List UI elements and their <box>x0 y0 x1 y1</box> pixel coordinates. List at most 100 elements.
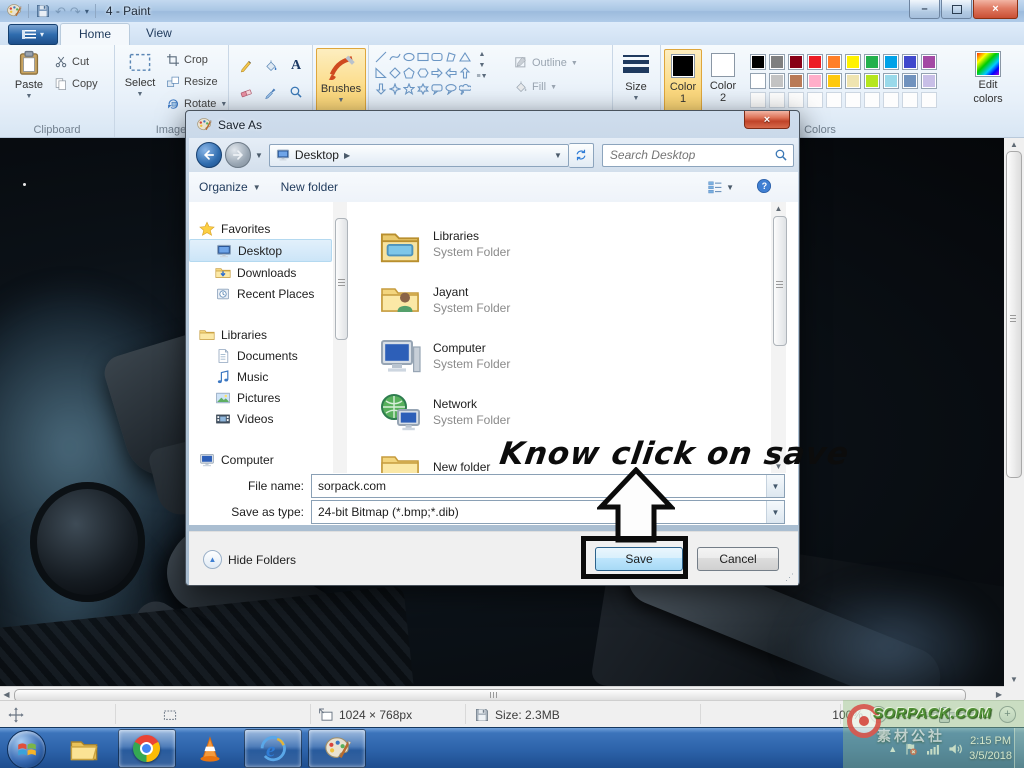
palette-swatch-empty[interactable] <box>843 90 862 109</box>
save-type-dropdown-icon[interactable]: ▼ <box>766 501 784 523</box>
palette-swatch[interactable] <box>881 71 900 90</box>
palette-swatch[interactable] <box>919 52 938 71</box>
shape-curve-icon[interactable] <box>388 49 402 65</box>
scroll-up-icon[interactable]: ▲ <box>479 51 486 58</box>
shape-rounded-callout-icon[interactable] <box>430 81 444 97</box>
zoom-out-button[interactable]: − <box>870 706 887 723</box>
qat-dropdown-icon[interactable]: ▾ <box>85 7 89 16</box>
sidebar-item-music[interactable]: Music <box>189 366 332 387</box>
taskbar-clock[interactable]: 2:15 PM 3/5/2018 <box>969 734 1012 764</box>
cancel-button[interactable]: Cancel <box>697 547 779 571</box>
undo-icon[interactable]: ↶ <box>55 5 66 18</box>
views-button[interactable]: ▼ <box>707 179 734 195</box>
zoom-slider[interactable] <box>894 712 992 717</box>
canvas-horizontal-scrollbar[interactable]: ◀ ▶ <box>0 686 1004 701</box>
file-item-jayant[interactable]: JayantSystem Folder <box>351 272 769 328</box>
shape-oval-callout-icon[interactable] <box>444 81 458 97</box>
palette-swatch[interactable] <box>767 52 786 71</box>
edit-colors-button[interactable]: Edit colors <box>960 51 1016 105</box>
shape-polygon-icon[interactable] <box>444 49 458 65</box>
palette-swatch[interactable] <box>843 71 862 90</box>
palette-swatch[interactable] <box>900 71 919 90</box>
scroll-left-icon[interactable]: ◀ <box>0 690 13 699</box>
search-box[interactable] <box>602 144 794 167</box>
shape-right-triangle-icon[interactable] <box>374 65 388 81</box>
close-button[interactable]: × <box>973 0 1018 19</box>
eraser-tool[interactable] <box>233 79 259 104</box>
shape-right-arrow-icon[interactable] <box>430 65 444 81</box>
address-breadcrumb[interactable]: Desktop ▶ ▼ <box>269 144 569 167</box>
redo-icon[interactable]: ↷ <box>70 5 81 18</box>
tab-home[interactable]: Home <box>60 23 130 45</box>
address-dropdown-icon[interactable]: ▼ <box>554 151 562 160</box>
magnifier-tool[interactable] <box>283 79 309 104</box>
palette-swatch-empty[interactable] <box>767 90 786 109</box>
palette-swatch[interactable] <box>805 52 824 71</box>
text-tool[interactable]: A <box>283 53 309 78</box>
scroll-up-icon[interactable]: ▲ <box>771 202 786 213</box>
select-button[interactable]: Select ▼ <box>118 51 162 98</box>
scroll-up-icon[interactable]: ▲ <box>1004 137 1024 149</box>
zoom-in-button[interactable]: + <box>999 706 1016 723</box>
size-button[interactable]: Size ▼ <box>618 55 654 102</box>
shape-hexagon-icon[interactable] <box>416 65 430 81</box>
palette-swatch[interactable] <box>748 71 767 90</box>
forward-button[interactable] <box>225 142 251 168</box>
taskbar-button-internet-explorer[interactable]: e <box>244 729 302 768</box>
palette-swatch-empty[interactable] <box>881 90 900 109</box>
palette-swatch[interactable] <box>843 52 862 71</box>
scroll-right-icon[interactable]: ▶ <box>996 690 1002 699</box>
color-picker-tool[interactable] <box>258 79 284 104</box>
palette-swatch[interactable] <box>786 71 805 90</box>
network-icon[interactable] <box>925 741 941 757</box>
refresh-button[interactable] <box>569 143 594 168</box>
taskbar-button-explorer[interactable] <box>56 730 112 767</box>
shape-line-icon[interactable] <box>374 49 388 65</box>
palette-swatch-empty[interactable] <box>900 90 919 109</box>
crop-button[interactable]: Crop <box>166 53 208 67</box>
sidebar-item-pictures[interactable]: Pictures <box>189 387 332 408</box>
show-desktop-button[interactable] <box>1014 728 1024 768</box>
organize-button[interactable]: Organize ▼ <box>189 176 271 198</box>
more-shapes-icon[interactable]: ≡▼ <box>476 73 487 80</box>
canvas-vertical-scrollbar[interactable]: ▲ ▼ <box>1004 137 1024 700</box>
palette-swatch[interactable] <box>767 71 786 90</box>
breadcrumb-chevron-icon[interactable]: ▶ <box>344 151 350 160</box>
shape-cloud-callout-icon[interactable] <box>458 81 472 97</box>
shape-rectangle-icon[interactable] <box>416 49 430 65</box>
sidebar-scroll-thumb[interactable] <box>335 218 348 340</box>
paste-button[interactable]: Paste ▼ <box>8 49 50 100</box>
palette-swatch[interactable] <box>862 71 881 90</box>
sidebar-item-documents[interactable]: Documents <box>189 345 332 366</box>
sidebar-item-libraries[interactable]: Libraries <box>189 324 332 345</box>
cut-button[interactable]: Cut <box>54 55 89 69</box>
sidebar-item-favorites[interactable]: Favorites <box>189 218 332 239</box>
rotate-button[interactable]: Rotate ▼ <box>166 97 227 111</box>
pencil-tool[interactable] <box>233 53 259 78</box>
file-list-scrollbar[interactable]: ▲ ▼ <box>771 202 786 473</box>
shapes-scroll[interactable]: ▲ ▼ ≡▼ <box>476 51 488 80</box>
file-menu-button[interactable]: ▾ <box>8 24 58 45</box>
shape-diamond-icon[interactable] <box>388 65 402 81</box>
copy-button[interactable]: Copy <box>54 77 98 91</box>
file-list-scroll-thumb[interactable] <box>773 216 787 346</box>
palette-swatch-empty[interactable] <box>919 90 938 109</box>
history-dropdown-icon[interactable]: ▼ <box>255 151 263 160</box>
palette-swatch-empty[interactable] <box>824 90 843 109</box>
file-name-dropdown-icon[interactable]: ▼ <box>766 475 784 497</box>
palette-swatch-empty[interactable] <box>786 90 805 109</box>
vertical-scroll-thumb[interactable] <box>1006 151 1022 478</box>
sidebar-scrollbar[interactable] <box>333 202 347 473</box>
sidebar-item-desktop[interactable]: Desktop <box>189 239 332 262</box>
sidebar-item-recent-places[interactable]: Recent Places <box>189 283 332 304</box>
zoom-slider-thumb[interactable] <box>939 707 950 723</box>
hide-folders-button[interactable]: ▲ Hide Folders <box>203 550 296 569</box>
sidebar-item-computer[interactable]: Computer <box>189 449 332 470</box>
fill-tool[interactable] <box>258 53 284 78</box>
palette-swatch[interactable] <box>805 71 824 90</box>
file-name-combo[interactable]: ▼ <box>311 474 785 498</box>
back-button[interactable] <box>196 142 222 168</box>
palette-swatch[interactable] <box>881 52 900 71</box>
file-item-computer[interactable]: ComputerSystem Folder <box>351 328 769 384</box>
tray-expand-icon[interactable]: ▲ <box>888 744 897 754</box>
